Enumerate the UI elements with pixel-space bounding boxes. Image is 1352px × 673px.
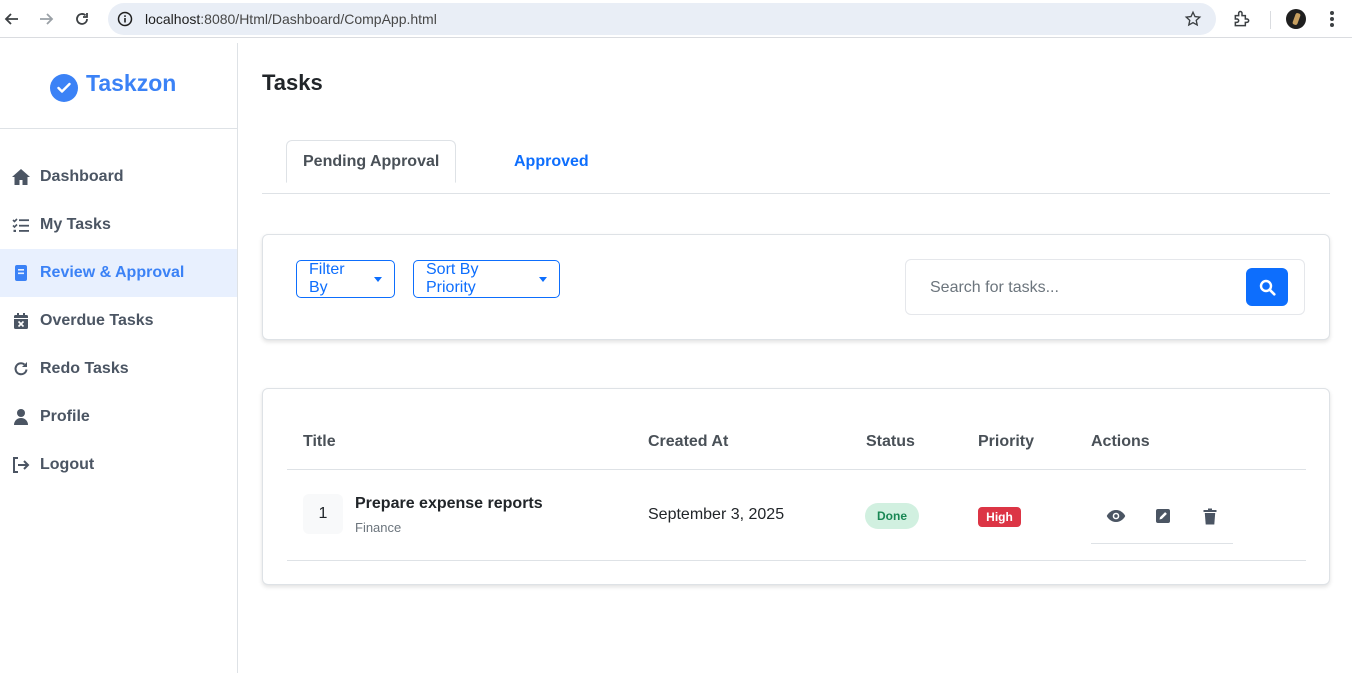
search-icon: [1259, 279, 1276, 296]
forward-button[interactable]: [36, 9, 56, 29]
caret-down-icon: [539, 276, 547, 282]
profile-avatar[interactable]: [1286, 9, 1306, 29]
sort-by-label: Sort By Priority: [426, 261, 479, 296]
priority-badge: High: [978, 507, 1021, 527]
column-header-status[interactable]: Status: [866, 433, 915, 451]
caret-down-icon: [374, 276, 382, 282]
table-row: 1 Prepare expense reports Finance Septem…: [287, 471, 1306, 561]
sidebar-item-overdue-tasks[interactable]: Overdue Tasks: [0, 297, 237, 345]
view-button[interactable]: [1104, 504, 1128, 528]
sidebar-item-logout[interactable]: Logout: [0, 441, 237, 489]
info-icon[interactable]: [117, 11, 133, 27]
column-header-actions: Actions: [1091, 433, 1150, 450]
sidebar: Taskzon Dashboard My Tasks Review & Appr…: [0, 43, 238, 673]
sidebar-item-label: Dashboard: [40, 168, 124, 185]
sidebar-item-label: Logout: [40, 456, 95, 473]
sidebar-item-profile[interactable]: Profile: [0, 393, 237, 441]
tabs: Pending Approval Approved: [262, 140, 1330, 194]
edit-button[interactable]: [1151, 504, 1175, 528]
kebab-menu-icon[interactable]: [1322, 9, 1342, 29]
filter-by-label: Filter By: [309, 261, 345, 296]
back-button[interactable]: [2, 9, 22, 29]
column-header-priority[interactable]: Priority: [978, 433, 1034, 451]
delete-button[interactable]: [1198, 504, 1222, 528]
logout-icon: [11, 455, 31, 475]
page-title: Tasks: [262, 70, 323, 95]
user-icon: [11, 407, 31, 427]
bookmark-star-icon[interactable]: [1184, 10, 1202, 28]
check-circle-icon: [50, 74, 78, 102]
sort-by-dropdown[interactable]: Sort By Priority: [413, 260, 560, 298]
sidebar-item-dashboard[interactable]: Dashboard: [0, 153, 237, 201]
task-title: Prepare expense reports: [355, 495, 543, 512]
trash-icon: [1203, 508, 1217, 524]
extensions-icon[interactable]: [1232, 9, 1252, 29]
eye-icon: [1106, 510, 1126, 522]
book-icon: [11, 263, 31, 283]
sidebar-item-label: Review & Approval: [40, 264, 185, 281]
browser-toolbar: localhost:8080/Html/Dashboard/CompApp.ht…: [0, 0, 1352, 38]
search-box: [905, 259, 1305, 315]
sidebar-nav: Dashboard My Tasks Review & Approval Ove…: [0, 153, 237, 489]
tasks-table-card: Title Created At Status Priority Actions…: [262, 388, 1330, 585]
home-icon: [11, 167, 31, 187]
calendar-x-icon: [11, 311, 31, 331]
column-header-title[interactable]: Title: [303, 433, 336, 451]
filter-card: Filter By Sort By Priority: [262, 234, 1330, 340]
main-content: Tasks Pending Approval Approved Filter B…: [238, 43, 1352, 673]
status-badge: Done: [865, 503, 919, 529]
row-actions: [1091, 494, 1233, 544]
url-text: localhost:8080/Html/Dashboard/CompApp.ht…: [145, 11, 437, 27]
task-category: Finance: [355, 520, 402, 535]
brand-name: Taskzon: [86, 70, 177, 96]
sidebar-item-label: Redo Tasks: [40, 360, 129, 377]
table-header: Title Created At Status Priority Actions: [287, 421, 1306, 470]
sidebar-item-label: Profile: [40, 408, 90, 425]
filter-by-dropdown[interactable]: Filter By: [296, 260, 395, 298]
search-button[interactable]: [1246, 268, 1288, 306]
arrow-right-icon: [40, 13, 54, 25]
sidebar-item-my-tasks[interactable]: My Tasks: [0, 201, 237, 249]
toolbar-divider: [1270, 11, 1271, 29]
row-number: 1: [303, 494, 343, 534]
edit-icon: [1156, 509, 1170, 523]
search-input[interactable]: [916, 270, 1236, 306]
brand[interactable]: Taskzon: [0, 43, 237, 129]
sidebar-item-review-approval[interactable]: Review & Approval: [0, 249, 237, 297]
column-header-created-at[interactable]: Created At: [648, 433, 728, 451]
arrow-left-icon: [4, 13, 18, 25]
reload-button[interactable]: [72, 9, 92, 29]
address-bar[interactable]: localhost:8080/Html/Dashboard/CompApp.ht…: [108, 3, 1216, 35]
tab-approved[interactable]: Approved: [498, 140, 605, 194]
checklist-icon: [11, 215, 31, 235]
sidebar-item-label: Overdue Tasks: [40, 312, 154, 329]
sidebar-item-redo-tasks[interactable]: Redo Tasks: [0, 345, 237, 393]
tab-pending-approval[interactable]: Pending Approval: [286, 140, 457, 183]
created-date: September 3, 2025: [648, 506, 785, 523]
sidebar-item-label: My Tasks: [40, 216, 111, 233]
redo-icon: [11, 359, 31, 379]
reload-icon: [76, 13, 88, 25]
